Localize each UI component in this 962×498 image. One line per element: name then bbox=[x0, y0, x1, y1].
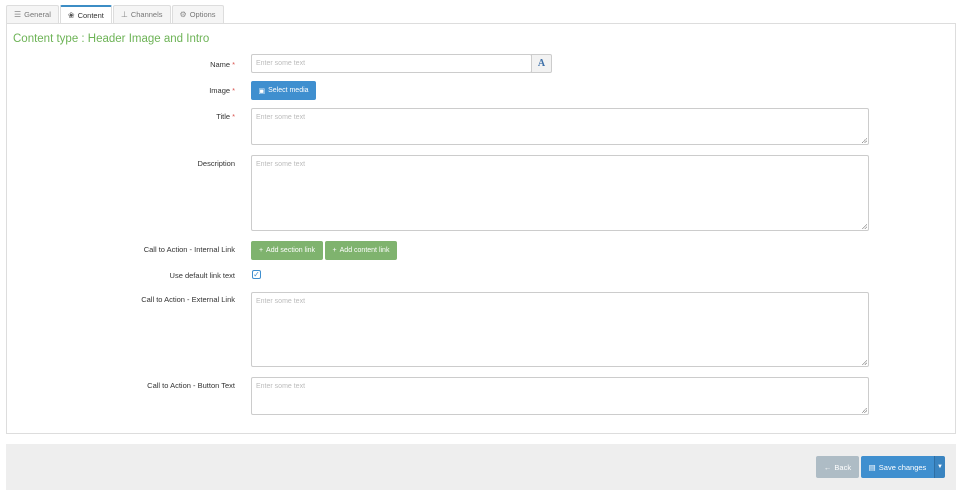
image-label-text: Image bbox=[209, 86, 231, 95]
back-label: Back bbox=[834, 462, 852, 472]
cta-external-label: Call to Action - External Link bbox=[141, 295, 235, 304]
save-options-dropdown[interactable]: ▼ bbox=[934, 456, 945, 478]
tab-general[interactable]: ☰ General bbox=[6, 5, 59, 23]
add-content-link-label: Add content link bbox=[339, 247, 390, 254]
title-placeholder: Enter some text bbox=[256, 114, 306, 121]
select-media-label: Select media bbox=[268, 87, 309, 94]
tab-content[interactable]: ❀ Content bbox=[59, 5, 112, 24]
save-changes-label: Save changes bbox=[878, 462, 927, 472]
image-icon: ▣ bbox=[258, 87, 266, 95]
sitemap-icon: ⊥ bbox=[120, 10, 128, 19]
plus-icon: + bbox=[332, 247, 337, 254]
font-addon-button[interactable]: A bbox=[531, 54, 552, 73]
title-label-text: Title bbox=[216, 112, 231, 121]
required-mark: * bbox=[232, 60, 235, 69]
cta-internal-label: Call to Action - Internal Link bbox=[143, 245, 235, 254]
add-section-link-label: Add section link bbox=[266, 247, 316, 254]
sliders-icon: ☰ bbox=[14, 10, 22, 19]
tab-content-label: Content bbox=[77, 11, 104, 20]
title-label: Title * bbox=[216, 112, 235, 121]
use-default-checkbox[interactable]: ✓ bbox=[252, 270, 261, 279]
image-label: Image * bbox=[209, 86, 235, 95]
tab-options[interactable]: ⚙ Options bbox=[171, 5, 224, 23]
content-type-title: Content type : Header Image and Intro bbox=[13, 33, 210, 45]
name-label: Name * bbox=[210, 60, 235, 69]
shapes-icon: ❀ bbox=[67, 11, 75, 20]
options-icon: ⚙ bbox=[179, 10, 187, 19]
description-label: Description bbox=[197, 159, 235, 168]
description-placeholder: Enter some text bbox=[256, 161, 306, 168]
name-placeholder: Enter some text bbox=[256, 60, 306, 67]
select-media-button[interactable]: ▣ Select media bbox=[251, 81, 316, 100]
caret-down-icon: ▼ bbox=[937, 464, 943, 470]
cta-button-textarea[interactable]: Enter some text bbox=[251, 377, 869, 415]
plus-icon: + bbox=[258, 247, 264, 254]
text-font-icon: A bbox=[537, 58, 546, 69]
save-changes-button[interactable]: ▤ Save changes bbox=[861, 456, 934, 478]
tab-bar: ☰ General ❀ Content ⊥ Channels ⚙ Options bbox=[6, 5, 225, 24]
back-button[interactable]: ← Back bbox=[816, 456, 859, 478]
name-input[interactable]: Enter some text bbox=[251, 54, 532, 73]
cta-button-placeholder: Enter some text bbox=[256, 383, 306, 390]
tab-channels-label: Channels bbox=[130, 10, 163, 19]
arrow-left-icon: ← bbox=[823, 462, 832, 472]
cta-button-label: Call to Action - Button Text bbox=[147, 381, 235, 390]
add-section-link-button[interactable]: + Add section link bbox=[251, 241, 323, 260]
name-label-text: Name bbox=[210, 60, 231, 69]
footer-bar: ← Back ▤ Save changes ▼ bbox=[6, 444, 956, 490]
cta-external-placeholder: Enter some text bbox=[256, 298, 306, 305]
title-textarea[interactable]: Enter some text bbox=[251, 108, 869, 145]
cta-external-textarea[interactable]: Enter some text bbox=[251, 292, 869, 367]
save-icon: ▤ bbox=[868, 462, 876, 472]
description-textarea[interactable]: Enter some text bbox=[251, 155, 869, 231]
tab-channels[interactable]: ⊥ Channels bbox=[112, 5, 171, 23]
required-mark: * bbox=[232, 112, 235, 121]
tab-options-label: Options bbox=[189, 10, 216, 19]
content-panel: Content type : Header Image and Intro Na… bbox=[6, 23, 956, 434]
checkmark-icon: ✓ bbox=[253, 270, 260, 279]
use-default-label: Use default link text bbox=[169, 271, 235, 280]
tab-general-label: General bbox=[24, 10, 51, 19]
required-mark: * bbox=[232, 86, 235, 95]
add-content-link-button[interactable]: + Add content link bbox=[325, 241, 397, 260]
